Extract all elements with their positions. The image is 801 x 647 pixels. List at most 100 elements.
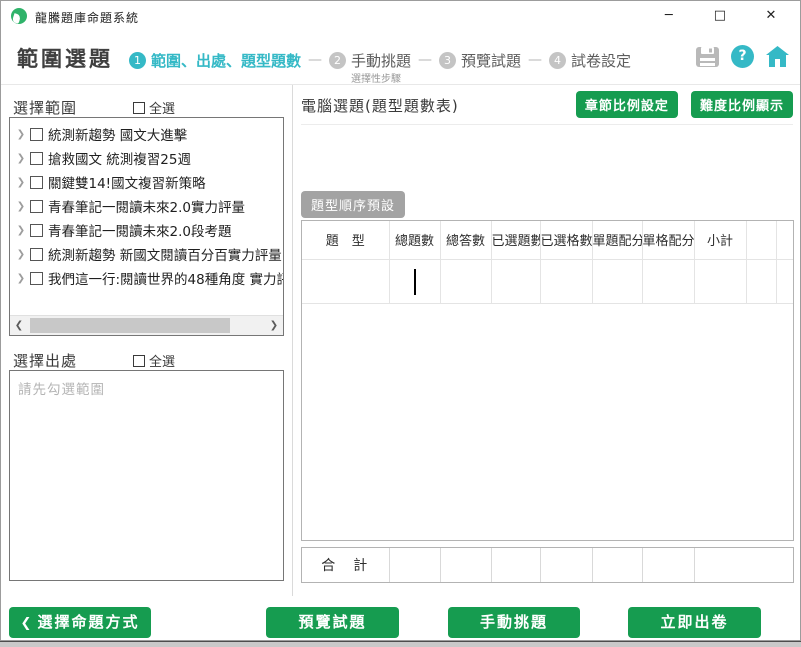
range-tree: ❯統測新趨勢 國文大進擊 ❯搶救國文 統測複習25週 ❯關鍵雙14!國文複習新策… [10, 118, 283, 290]
expand-arrow-icon[interactable]: ❯ [14, 201, 28, 212]
page-title: 範圍選題 [17, 43, 113, 73]
cell-points-per-blank[interactable] [642, 259, 694, 303]
step-4-badge: 4 [549, 52, 566, 69]
item-checkbox[interactable] [30, 224, 43, 237]
total-cell [389, 548, 440, 582]
scrollbar-thumb[interactable] [30, 318, 230, 333]
step-2-subtitle: 選擇性步驟 [351, 70, 401, 85]
help-icon[interactable]: ? [731, 45, 754, 68]
save-icon[interactable] [695, 46, 720, 68]
cell-subtotal[interactable] [694, 259, 746, 303]
col-question-type: 題 型 [302, 221, 389, 259]
step-separator: — [528, 52, 542, 68]
col-selected-blanks: 已選格數 [540, 221, 592, 259]
step-1-range: 1 範圍、出處、題型題數 [129, 50, 301, 71]
item-checkbox[interactable] [30, 200, 43, 213]
app-logo-icon [11, 8, 27, 24]
expand-arrow-icon[interactable]: ❯ [14, 249, 28, 260]
source-select-all-checkbox[interactable] [133, 355, 145, 367]
range-tree-item[interactable]: ❯青春筆記一閱讀未來2.0實力評量 [14, 194, 283, 218]
step-2-badge: 2 [329, 52, 346, 69]
source-title: 選擇出處 [13, 352, 77, 370]
range-select-all[interactable]: 全選 [133, 98, 175, 117]
preview-questions-button[interactable]: 預覽試題 [266, 607, 399, 638]
scroll-right-icon[interactable]: ❯ [265, 316, 283, 335]
expand-arrow-icon[interactable]: ❯ [14, 177, 28, 188]
col-total-questions: 總題數 [389, 221, 440, 259]
col-empty-2 [776, 221, 793, 259]
col-subtotal: 小計 [694, 221, 746, 259]
home-icon[interactable] [765, 45, 790, 68]
range-tree-item[interactable]: ❯統測新趨勢 新國文閱讀百分百實力評量 [14, 242, 283, 266]
horizontal-scrollbar[interactable]: ❮ ❯ [10, 315, 283, 335]
app-window: 龍騰題庫命題系統 ─ □ ✕ 範圍選題 1 範圍、出處、題型題數 — 2 手動挑… [0, 0, 801, 641]
range-tree-item[interactable]: ❯青春筆記一閱讀未來2.0段考題 [14, 218, 283, 242]
question-order-chip[interactable]: 題型順序預設 [301, 191, 405, 218]
ratio-buttons: 章節比例設定 難度比例顯示 [301, 91, 793, 118]
item-checkbox[interactable] [30, 152, 43, 165]
chapter-ratio-button[interactable]: 章節比例設定 [576, 91, 678, 118]
item-checkbox[interactable] [30, 128, 43, 141]
header-divider [1, 84, 800, 85]
range-select-all-checkbox[interactable] [133, 102, 145, 114]
window-controls: ─ □ ✕ [646, 1, 800, 31]
range-tree-item[interactable]: ❯關鍵雙14!國文複習新策略 [14, 170, 283, 194]
cell-total-questions[interactable] [389, 259, 440, 303]
range-tree-item[interactable]: ❯我們這一行:閱讀世界的48種角度 實力評 [14, 266, 283, 290]
expand-arrow-icon[interactable]: ❯ [14, 153, 28, 164]
total-cell [642, 548, 694, 582]
step-separator: — [418, 52, 432, 68]
total-cell [440, 548, 491, 582]
range-listbox[interactable]: ❯統測新趨勢 國文大進擊 ❯搶救國文 統測複習25週 ❯關鍵雙14!國文複習新策… [9, 117, 284, 336]
difficulty-ratio-button[interactable]: 難度比例顯示 [691, 91, 793, 118]
step-indicator: 1 範圍、出處、題型題數 — 2 手動挑題 選擇性步驟 — 3 預覽試題 — 4… [129, 41, 631, 79]
generate-paper-button[interactable]: 立即出卷 [628, 607, 761, 638]
cell-empty-2 [776, 259, 793, 303]
expand-arrow-icon[interactable]: ❯ [14, 273, 28, 284]
cell-question-type[interactable] [302, 259, 389, 303]
item-checkbox[interactable] [30, 176, 43, 189]
table-row[interactable] [302, 259, 793, 303]
question-type-table: 題 型 總題數 總答數 已選題數 已選格數 單題配分 單格配分 小計 [301, 220, 794, 541]
desktop-strip [0, 641, 801, 647]
source-listbox[interactable]: 請先勾選範圍 [9, 370, 284, 581]
close-button[interactable]: ✕ [748, 1, 794, 31]
item-checkbox[interactable] [30, 272, 43, 285]
titlebar: 龍騰題庫命題系統 ─ □ ✕ [1, 1, 800, 31]
maximize-button[interactable]: □ [697, 1, 743, 31]
item-checkbox[interactable] [30, 248, 43, 261]
total-row: 合 計 [302, 548, 793, 582]
step-3-preview: 3 預覽試題 [439, 50, 521, 71]
total-cell [592, 548, 642, 582]
total-row-table: 合 計 [301, 547, 794, 583]
col-points-per-blank: 單格配分 [642, 221, 694, 259]
cell-total-answers[interactable] [440, 259, 491, 303]
step-1-badge: 1 [129, 52, 146, 69]
total-cell [540, 548, 592, 582]
text-cursor [414, 269, 416, 295]
range-select-all-label: 全選 [149, 102, 175, 117]
range-tree-item[interactable]: ❯搶救國文 統測複習25週 [14, 146, 283, 170]
expand-arrow-icon[interactable]: ❯ [14, 225, 28, 236]
source-placeholder: 請先勾選範圍 [10, 371, 283, 405]
total-cell [491, 548, 540, 582]
scroll-left-icon[interactable]: ❮ [10, 316, 28, 335]
cell-points-per-question[interactable] [592, 259, 642, 303]
step-separator: — [308, 52, 322, 68]
manual-pick-button[interactable]: 手動挑題 [448, 607, 580, 638]
cell-selected-questions[interactable] [491, 259, 540, 303]
source-section-header: 選擇出處 全選 [13, 350, 283, 370]
step-3-badge: 3 [439, 52, 456, 69]
window-title: 龍騰題庫命題系統 [35, 9, 139, 26]
source-select-all[interactable]: 全選 [133, 351, 175, 370]
cell-selected-blanks[interactable] [540, 259, 592, 303]
step-4-paper-settings: 4 試卷設定 [549, 50, 631, 71]
col-total-answers: 總答數 [440, 221, 491, 259]
col-selected-questions: 已選題數 [491, 221, 540, 259]
col-empty-1 [746, 221, 776, 259]
expand-arrow-icon[interactable]: ❯ [14, 129, 28, 140]
choose-method-back-button[interactable]: ❮選擇命題方式 [9, 607, 151, 638]
panel-divider [292, 85, 293, 596]
minimize-button[interactable]: ─ [646, 1, 692, 31]
range-tree-item[interactable]: ❯統測新趨勢 國文大進擊 [14, 122, 283, 146]
